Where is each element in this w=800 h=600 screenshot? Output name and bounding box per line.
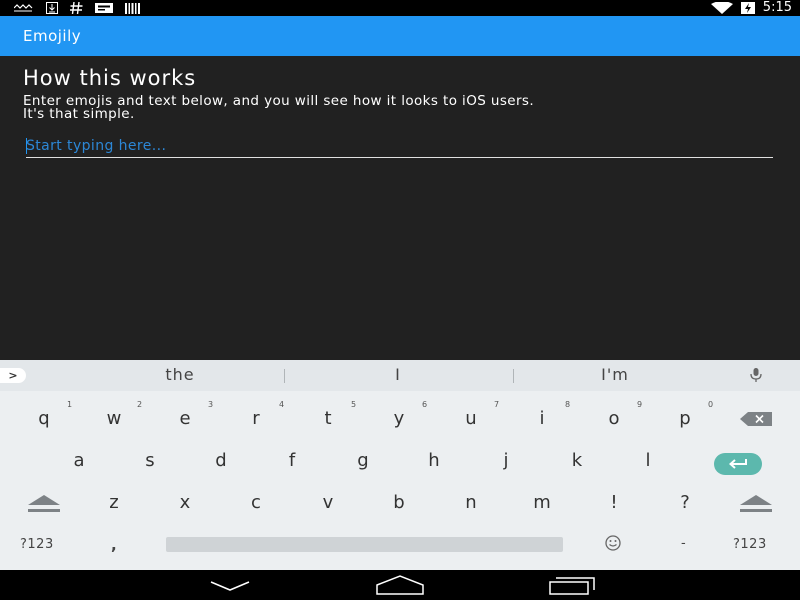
- app-bar: Emojily: [0, 16, 800, 56]
- enter-key[interactable]: [714, 453, 762, 475]
- description: Enter emojis and text below, and you wil…: [23, 93, 783, 122]
- shift-right-key[interactable]: [726, 495, 786, 518]
- key[interactable]: r: [226, 408, 286, 429]
- key[interactable]: p: [655, 408, 715, 429]
- suggestion-1[interactable]: the: [120, 365, 240, 384]
- key[interactable]: j: [476, 450, 536, 471]
- suggestion-divider: [284, 369, 285, 383]
- key[interactable]: e: [155, 408, 215, 429]
- key[interactable]: v: [298, 492, 358, 513]
- symbols-key-right[interactable]: ?123: [733, 537, 767, 552]
- description-line-1: Enter emojis and text below, and you wil…: [23, 93, 535, 109]
- key[interactable]: b: [369, 492, 429, 513]
- enter-arrow-icon: [728, 459, 747, 469]
- emoji-text-input[interactable]: [26, 136, 773, 156]
- key[interactable]: u: [441, 408, 501, 429]
- key[interactable]: d: [191, 450, 251, 471]
- key-hint: 2: [137, 400, 143, 409]
- key[interactable]: i: [512, 408, 572, 429]
- symbols-key-left[interactable]: ?123: [20, 537, 54, 552]
- key[interactable]: o: [584, 408, 644, 429]
- key-hint: 9: [637, 400, 643, 409]
- key[interactable]: k: [547, 450, 607, 471]
- key[interactable]: n: [441, 492, 501, 513]
- key[interactable]: s: [120, 450, 180, 471]
- key[interactable]: x: [155, 492, 215, 513]
- key[interactable]: y: [369, 408, 429, 429]
- key-hint: 5: [351, 400, 357, 409]
- voicemail-icon: [14, 4, 34, 12]
- key[interactable]: w: [84, 408, 144, 429]
- home-icon[interactable]: [376, 570, 424, 600]
- description-line-2: It's that simple.: [23, 106, 135, 122]
- key[interactable]: z: [84, 492, 144, 513]
- soft-keyboard: > the I I'm q1 w2 e3 r4 t5 y6 u7 i8 o9 p0 asdfghj…: [0, 360, 800, 570]
- shift-left-key[interactable]: [14, 495, 74, 518]
- key[interactable]: a: [49, 450, 109, 471]
- key[interactable]: c: [226, 492, 286, 513]
- backspace-key[interactable]: [728, 410, 784, 431]
- key[interactable]: h: [404, 450, 464, 471]
- key-hint: 0: [708, 400, 714, 409]
- key[interactable]: q: [14, 408, 74, 429]
- smiley-icon: [605, 535, 621, 551]
- hash-icon: [70, 2, 83, 14]
- key-hint: 3: [208, 400, 214, 409]
- back-icon[interactable]: [210, 570, 250, 600]
- key-hint: 1: [67, 400, 73, 409]
- wifi-icon: [710, 2, 733, 14]
- recents-icon[interactable]: [549, 570, 595, 600]
- download-icon: [46, 2, 58, 14]
- microphone-icon[interactable]: [749, 367, 763, 387]
- key[interactable]: t: [298, 408, 358, 429]
- space-bar[interactable]: [166, 537, 563, 552]
- page-heading: How this works: [23, 66, 197, 90]
- emoji-text-field[interactable]: [26, 136, 773, 158]
- battery-charging-icon: [740, 2, 755, 14]
- key[interactable]: f: [262, 450, 322, 471]
- key[interactable]: g: [333, 450, 393, 471]
- comma-key[interactable]: ,: [111, 536, 117, 554]
- key-hint: 8: [565, 400, 571, 409]
- key[interactable]: ?: [655, 492, 715, 513]
- suggestion-2[interactable]: I: [338, 365, 458, 384]
- key[interactable]: l: [618, 450, 678, 471]
- status-bar: 5:15: [0, 0, 800, 16]
- app-title: Emojily: [23, 27, 82, 45]
- message-icon: [95, 3, 113, 13]
- expand-arrow-icon[interactable]: >: [0, 368, 26, 383]
- period-key[interactable]: -: [681, 536, 686, 551]
- key[interactable]: m: [512, 492, 572, 513]
- suggestion-divider: [513, 369, 514, 383]
- status-time: 5:15: [762, 0, 792, 15]
- text-cursor: [26, 138, 27, 154]
- key[interactable]: !: [584, 492, 644, 513]
- navigation-bar: [0, 570, 800, 600]
- suggestion-strip: > the I I'm: [0, 360, 800, 391]
- key-hint: 4: [279, 400, 285, 409]
- barcode-icon: [125, 2, 141, 14]
- key-hint: 7: [494, 400, 500, 409]
- suggestion-3[interactable]: I'm: [555, 365, 675, 384]
- key-hint: 6: [422, 400, 428, 409]
- emoji-key[interactable]: [600, 535, 626, 555]
